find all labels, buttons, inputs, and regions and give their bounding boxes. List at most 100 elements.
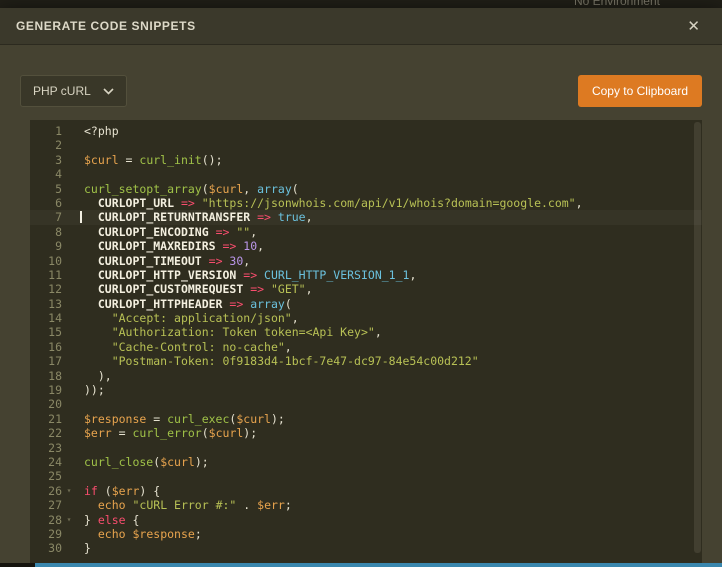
code-token: => bbox=[174, 195, 202, 210]
code-text: CURLOPT_ENCODING => "", bbox=[76, 225, 257, 239]
code-line[interactable]: 25 bbox=[30, 469, 702, 483]
code-line[interactable]: 23 bbox=[30, 441, 702, 455]
code-line[interactable]: 27 echo "cURL Error #:" . $err; bbox=[30, 498, 702, 512]
code-token: ) { bbox=[139, 483, 161, 498]
code-token: } bbox=[84, 541, 91, 556]
line-number: 2 bbox=[55, 138, 62, 153]
code-line[interactable]: 24 curl_close($curl); bbox=[30, 455, 702, 469]
editor-scrollbar[interactable] bbox=[694, 122, 701, 553]
code-token: echo bbox=[97, 498, 126, 513]
code-line[interactable]: 13 CURLOPT_HTTPHEADER => array( bbox=[30, 297, 702, 311]
code-line[interactable]: 2 bbox=[30, 138, 702, 152]
fold-marker-icon bbox=[62, 124, 76, 138]
code-line[interactable]: 26 ▾ if ($err) { bbox=[30, 484, 702, 498]
code-token: , bbox=[291, 311, 299, 326]
code-token: $err bbox=[84, 426, 112, 441]
code-line[interactable]: 11 CURLOPT_HTTP_VERSION => CURL_HTTP_VER… bbox=[30, 268, 702, 282]
code-line[interactable]: 5 curl_setopt_array($curl, array( bbox=[30, 182, 702, 196]
code-token: ); bbox=[194, 454, 209, 469]
code-line[interactable]: 16 "Cache-Control: no-cache", bbox=[30, 340, 702, 354]
code-text: CURLOPT_HTTP_VERSION => CURL_HTTP_VERSIO… bbox=[76, 267, 417, 282]
code-token: CURL_HTTP_VERSION_1_1 bbox=[264, 267, 410, 282]
chevron-down-icon bbox=[103, 87, 114, 95]
modal-body: PHP cURL Copy to Clipboard 1 <?php 2 3 $curl… bbox=[0, 45, 722, 563]
language-selector[interactable]: PHP cURL bbox=[20, 75, 127, 107]
code-line[interactable]: 1 <?php bbox=[30, 124, 702, 138]
code-line[interactable]: 22 $err = curl_error($curl); bbox=[30, 426, 702, 440]
code-token: => bbox=[243, 282, 271, 297]
code-token: , bbox=[250, 224, 258, 239]
line-number: 29 bbox=[48, 526, 62, 541]
code-text: "Accept: application/json", bbox=[76, 311, 299, 325]
code-line[interactable]: 19)); bbox=[30, 383, 702, 397]
line-number: 16 bbox=[48, 339, 62, 354]
code-token: ); bbox=[270, 411, 285, 426]
code-line[interactable]: 8 CURLOPT_ENCODING => "", bbox=[30, 225, 702, 239]
language-selector-label: PHP cURL bbox=[33, 84, 91, 98]
code-token: "" bbox=[236, 224, 251, 239]
line-number: 30 bbox=[48, 541, 62, 556]
code-line[interactable]: 17 "Postman-Token: 0f9183d4-1bcf-7e47-dc… bbox=[30, 354, 702, 368]
code-line[interactable]: 29 echo $response; bbox=[30, 527, 702, 541]
close-icon[interactable]: ✕ bbox=[681, 14, 706, 38]
code-token: , bbox=[284, 339, 292, 354]
page-footer-dark-corner bbox=[0, 563, 35, 567]
code-text: echo $response; bbox=[76, 527, 202, 541]
code-token: CURLOPT_HTTPHEADER bbox=[97, 296, 223, 311]
code-line[interactable]: 28 ▾} else { bbox=[30, 513, 702, 527]
code-text: curl_setopt_array($curl, array( bbox=[76, 182, 299, 196]
code-line[interactable]: 3 $curl = curl_init(); bbox=[30, 153, 702, 167]
code-line[interactable]: 14 "Accept: application/json", bbox=[30, 311, 702, 325]
code-line[interactable]: 9 CURLOPT_MAXREDIRS => 10, bbox=[30, 239, 702, 253]
code-line[interactable]: 21 $response = curl_exec($curl); bbox=[30, 412, 702, 426]
line-number: 27 bbox=[48, 498, 62, 513]
line-number: 3 bbox=[55, 152, 62, 167]
code-line[interactable]: 10 CURLOPT_TIMEOUT => 30, bbox=[30, 254, 702, 268]
code-token: , bbox=[374, 325, 382, 340]
line-number: 19 bbox=[48, 383, 62, 398]
code-token: $curl bbox=[84, 152, 119, 167]
fold-marker-icon bbox=[62, 225, 76, 239]
code-line[interactable]: 15 "Authorization: Token token=<Api Key>… bbox=[30, 325, 702, 339]
code-token: , bbox=[575, 195, 583, 210]
code-token: => bbox=[250, 210, 278, 225]
code-line[interactable]: 6 CURLOPT_URL => "https://jsonwhois.com/… bbox=[30, 196, 702, 210]
code-token: $response bbox=[132, 526, 195, 541]
code-line[interactable]: 7 CURLOPT_RETURNTRANSFER => true, bbox=[30, 210, 702, 224]
fold-marker-icon bbox=[62, 541, 76, 555]
code-token: { bbox=[125, 512, 140, 527]
code-text: curl_close($curl); bbox=[76, 455, 209, 469]
fold-marker-icon bbox=[62, 196, 76, 210]
code-line[interactable]: 4 bbox=[30, 167, 702, 181]
code-token: ), bbox=[84, 368, 112, 383]
code-editor[interactable]: 1 <?php 2 3 $curl = curl_init(); 4 5 curl_setop… bbox=[30, 120, 702, 563]
code-text: <?php bbox=[76, 124, 119, 138]
modal-header: GENERATE CODE SNIPPETS ✕ bbox=[0, 8, 722, 45]
code-token: CURLOPT_URL bbox=[97, 195, 175, 210]
fold-marker-icon[interactable]: ▾ bbox=[62, 484, 76, 498]
code-token: . bbox=[236, 498, 258, 513]
fold-marker-icon bbox=[62, 268, 76, 282]
code-token: $curl bbox=[236, 411, 271, 426]
code-line[interactable]: 12 CURLOPT_CUSTOMREQUEST => "GET", bbox=[30, 282, 702, 296]
code-line[interactable]: 30} bbox=[30, 541, 702, 555]
fold-marker-icon bbox=[62, 182, 76, 196]
code-token: true bbox=[277, 210, 306, 225]
editor-wrap: 1 <?php 2 3 $curl = curl_init(); 4 5 curl_setop… bbox=[30, 120, 702, 563]
scrollbar-thumb[interactable] bbox=[694, 122, 701, 553]
copy-to-clipboard-button[interactable]: Copy to Clipboard bbox=[577, 75, 702, 107]
code-line[interactable]: 20 bbox=[30, 397, 702, 411]
code-line[interactable]: 18 ), bbox=[30, 369, 702, 383]
code-text: $curl = curl_init(); bbox=[76, 153, 223, 167]
code-token: => bbox=[201, 253, 230, 268]
fold-marker-icon bbox=[62, 469, 76, 483]
code-token: "Cache-Control: no-cache" bbox=[111, 339, 285, 354]
fold-marker-icon[interactable]: ▾ bbox=[62, 513, 76, 527]
